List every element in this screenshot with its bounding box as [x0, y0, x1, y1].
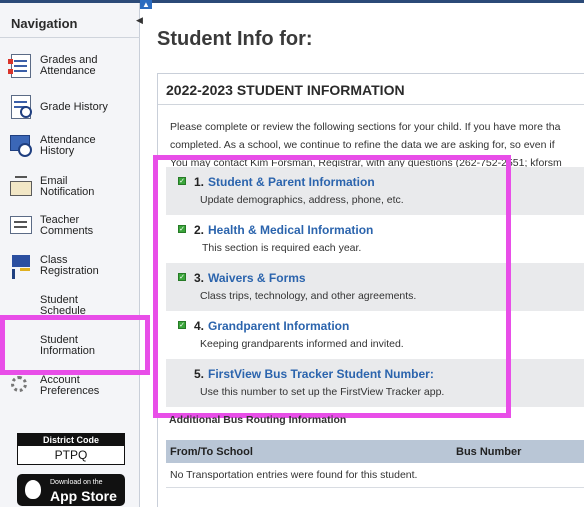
bus-empty-message: No Transportation entries were found for… [170, 469, 418, 481]
district-code-badge: District Code PTPQ [17, 433, 125, 465]
sidebar-item-label: Comments [40, 225, 94, 237]
app-store-big-text: App Store [50, 488, 117, 504]
sidebar-item-email-notification[interactable]: Email Notification [8, 170, 136, 204]
apple-logo-icon [25, 480, 41, 499]
sidebar-item-teacher-comments[interactable]: Teacher Comments [8, 209, 136, 243]
email-icon [8, 174, 34, 200]
sidebar-divider [0, 37, 140, 38]
page-title: Student Info for: [157, 28, 313, 50]
sidebar-item-grade-history[interactable]: Grade History [8, 90, 136, 124]
highlight-box-nav [0, 315, 150, 375]
sidebar-item-grades-attendance[interactable]: Grades and Attendance [8, 49, 136, 83]
collapse-sidebar-button[interactable]: ▲ [140, 0, 152, 9]
sidebar-item-label: Attendance [40, 65, 96, 77]
panel-title: 2022-2023 STUDENT INFORMATION [166, 82, 405, 98]
intro-line: completed. As a school, we continue to r… [170, 139, 555, 151]
highlight-box-sections [153, 155, 511, 418]
intro-line: Please complete or review the following … [170, 121, 561, 133]
sidebar-item-label: Grade History [40, 100, 108, 113]
column-header-school: From/To School [170, 446, 253, 458]
sidebar-heading: Navigation [11, 16, 78, 31]
district-code-value: PTPQ [54, 448, 88, 462]
sidebar: Navigation ◀ Grades and Attendance Grade… [0, 3, 143, 507]
sidebar-item-label: Notification [40, 186, 95, 198]
sidebar-item-label: Preferences [40, 385, 100, 397]
sidebar-item-attendance-history[interactable]: Attendance History [8, 129, 136, 163]
table-row: No Transportation entries were found for… [166, 463, 584, 488]
grade-history-icon [8, 94, 34, 120]
app-store-small-text: Download on the [50, 479, 103, 486]
collapse-arrow-icon[interactable]: ◀ [136, 15, 143, 26]
app-store-button[interactable]: Download on the App Store [17, 474, 125, 506]
sidebar-item-label: Registration [40, 265, 99, 277]
sidebar-item-class-registration[interactable]: Class Registration [8, 249, 136, 283]
bus-routing-heading: Additional Bus Routing Information [169, 414, 347, 426]
attendance-history-icon [8, 133, 34, 159]
column-header-bus-number: Bus Number [456, 446, 522, 458]
comments-icon [8, 213, 34, 239]
grades-icon [8, 53, 34, 79]
panel-divider [158, 104, 584, 105]
district-code-label: District Code [18, 434, 124, 446]
registration-icon [8, 253, 34, 279]
bus-table-header: From/To School Bus Number [166, 440, 584, 463]
gear-icon [8, 373, 34, 399]
sidebar-item-label: History [40, 145, 75, 157]
